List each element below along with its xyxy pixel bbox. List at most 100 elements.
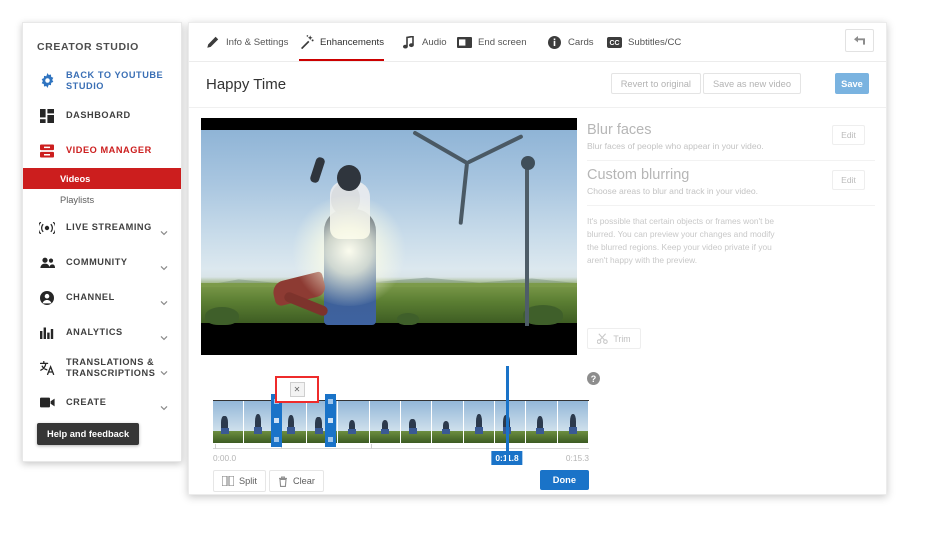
filmstrip-frame[interactable] (557, 401, 589, 443)
close-icon[interactable]: ✕ (289, 382, 305, 397)
filmstrip-frame[interactable] (213, 401, 245, 443)
tab-info-settings[interactable]: Info & Settings (205, 23, 288, 61)
split-label: Split (239, 476, 257, 486)
tab-label: Subtitles/CC (628, 36, 682, 48)
sidebar: CREATOR STUDIO BACK TO YOUTUBE STUDIO DAS… (22, 22, 182, 462)
save-as-new-video-button[interactable]: Save as new video (702, 73, 801, 94)
community-icon (37, 253, 57, 273)
undo-button[interactable] (845, 29, 874, 52)
sidebar-item-video-manager[interactable]: VIDEO MANAGER (23, 133, 181, 168)
sidebar-item-back-to-youtube-studio[interactable]: BACK TO YOUTUBE STUDIO (23, 63, 181, 98)
tab-label: End screen (478, 36, 527, 48)
blur-faces-edit-button[interactable]: Edit (832, 125, 865, 145)
create-icon (37, 393, 57, 413)
ruler-tick (214, 444, 216, 449)
start-time-label: 0:00.0 (213, 453, 237, 463)
sidebar-item-label: ANALYTICS (66, 327, 123, 338)
letterbox-top (201, 118, 577, 130)
scissors-icon (597, 333, 609, 344)
ruler-tick (370, 444, 372, 449)
tab-audio[interactable]: Audio (401, 23, 447, 61)
main-panel: Info & Settings Enhancements Audio End scre… (188, 22, 887, 495)
chevron-down-icon[interactable] (160, 224, 168, 235)
tab-enhancements[interactable]: Enhancements (299, 23, 384, 61)
chevron-down-icon[interactable] (160, 399, 168, 410)
trim-handle-right[interactable] (325, 394, 337, 447)
sidebar-item-live-streaming[interactable]: LIVE STREAMING (23, 210, 181, 245)
split-button[interactable]: Split (213, 470, 266, 492)
timeline-controls: Split Clear Done (213, 470, 589, 492)
video-column: ✕ 0:00.0 0:15.3 0:11.8 (201, 118, 589, 492)
filmstrip-frame[interactable] (400, 401, 433, 443)
bush-left (205, 307, 239, 325)
clear-button[interactable]: Clear (269, 470, 324, 492)
tab-label: Enhancements (320, 36, 384, 48)
pencil-icon (205, 35, 220, 50)
sidebar-item-translations-transcriptions[interactable]: TRANSLATIONS & TRANSCRIPTIONS (23, 350, 181, 385)
analytics-icon (37, 323, 57, 343)
filmstrip-frame[interactable] (494, 401, 527, 443)
filmstrip-frame[interactable] (338, 401, 370, 443)
undo-arrow-icon (854, 36, 865, 45)
creator-studio-window: CREATOR STUDIO BACK TO YOUTUBE STUDIO DAS… (22, 22, 887, 495)
tab-label: Cards (568, 36, 594, 48)
sidebar-subitem-playlists[interactable]: Playlists (23, 189, 181, 210)
options-column: Blur faces Blur faces of people who appe… (587, 116, 875, 385)
channel-icon (37, 288, 57, 308)
done-button[interactable]: Done (539, 470, 589, 490)
sidebar-item-community[interactable]: COMMUNITY (23, 245, 181, 280)
tab-cards[interactable]: Cards (547, 23, 594, 61)
sidebar-item-create[interactable]: CREATE (23, 385, 181, 420)
tab-end-screen[interactable]: End screen (457, 23, 527, 61)
chevron-down-icon[interactable] (160, 329, 168, 340)
filmstrip-frame[interactable] (526, 401, 558, 443)
live-streaming-icon (37, 218, 57, 238)
page-title: Happy Time (206, 76, 287, 93)
closed-caption-icon: CC (607, 35, 622, 50)
chevron-down-icon[interactable] (160, 259, 168, 270)
chevron-down-icon[interactable] (160, 294, 168, 305)
editor-body: ✕ 0:00.0 0:15.3 0:11.8 (189, 108, 886, 497)
custom-blurring-option: Custom blurring Choose areas to blur and… (587, 161, 875, 206)
filmstrip-frame[interactable] (369, 401, 401, 443)
sidebar-item-label: COMMUNITY (66, 257, 128, 268)
filmstrip-frame[interactable] (432, 401, 464, 443)
end-screen-icon (457, 35, 472, 50)
delete-segment-popup: ✕ (275, 376, 319, 403)
sidebar-item-channel[interactable]: CHANNEL (23, 280, 181, 315)
svg-text:CC: CC (609, 40, 619, 47)
sidebar-item-label: TRANSLATIONS & TRANSCRIPTIONS (66, 356, 156, 378)
sidebar-item-analytics[interactable]: ANALYTICS (23, 315, 181, 350)
video-manager-icon (37, 141, 57, 161)
clear-label: Clear (293, 476, 315, 486)
dashboard-icon (37, 106, 57, 126)
creator-studio-title: CREATOR STUDIO (37, 41, 139, 53)
bush-mid (397, 313, 419, 325)
translations-icon (37, 358, 57, 378)
video-preview[interactable] (201, 118, 577, 355)
blur-note: It's possible that certain objects or fr… (587, 216, 775, 266)
chevron-down-icon[interactable] (160, 364, 168, 375)
custom-blurring-edit-button[interactable]: Edit (832, 170, 865, 190)
playhead[interactable] (506, 366, 510, 462)
filmstrip-frame[interactable] (463, 401, 495, 443)
info-circle-icon (547, 35, 562, 50)
letterbox-bottom (201, 335, 577, 355)
wind-turbine-pole (525, 158, 529, 326)
tab-subtitles-cc[interactable]: CC Subtitles/CC (607, 23, 681, 61)
sidebar-subitem-videos[interactable]: Videos (23, 168, 181, 189)
trash-icon (278, 476, 288, 487)
sidebar-item-dashboard[interactable]: DASHBOARD (23, 98, 181, 133)
title-row: Happy Time Revert to original Save as ne… (189, 62, 886, 108)
sidebar-item-label: DASHBOARD (66, 110, 131, 121)
question-mark-icon[interactable]: ? (587, 372, 600, 385)
help-and-feedback-button[interactable]: Help and feedback (37, 423, 140, 445)
split-icon (222, 476, 234, 486)
trim-button[interactable]: Trim (587, 328, 641, 349)
filmstrip[interactable] (213, 400, 589, 443)
revert-to-original-button[interactable]: Revert to original (610, 73, 701, 94)
sidebar-item-label: CREATE (66, 397, 107, 408)
save-button[interactable]: Save (835, 73, 869, 94)
sidebar-nav: BACK TO YOUTUBE STUDIO DASHBOARD VIDEO MAN… (23, 63, 181, 420)
blur-faces-option: Blur faces Blur faces of people who appe… (587, 116, 875, 161)
